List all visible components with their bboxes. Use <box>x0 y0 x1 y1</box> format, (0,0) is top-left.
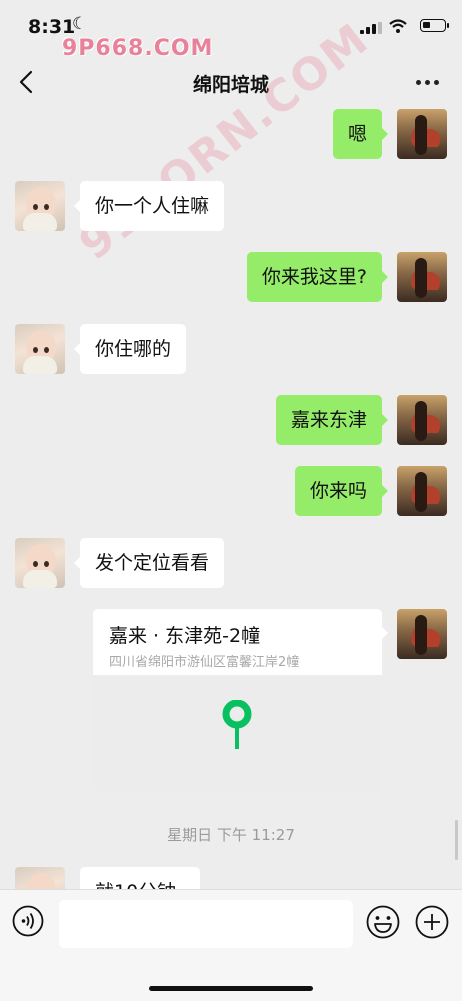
location-address: 四川省绵阳市游仙区富馨江岸2幢 <box>109 655 300 670</box>
home-indicator[interactable] <box>149 986 313 991</box>
contact-avatar[interactable] <box>15 324 65 374</box>
more-options-icon[interactable] <box>416 80 440 86</box>
message-bubble-self[interactable]: 你来我这里? <box>246 252 389 302</box>
message-bubble-other[interactable]: 你住哪的 <box>73 324 187 374</box>
scrollbar[interactable] <box>455 820 458 860</box>
self-avatar[interactable] <box>397 252 447 302</box>
plus-icon[interactable] <box>415 905 449 939</box>
location-card[interactable]: 嘉来 · 东津苑-2幢 四川省绵阳市游仙区富馨江岸2幢 <box>93 609 382 792</box>
message-input[interactable] <box>59 900 353 948</box>
message-bubble-self[interactable]: 嗯 <box>332 109 389 159</box>
voice-input-icon[interactable] <box>12 905 44 937</box>
battery-icon <box>420 19 449 32</box>
wifi-icon <box>389 19 407 33</box>
contact-avatar-partial[interactable] <box>15 867 65 889</box>
map-pin-icon <box>222 700 252 749</box>
message-bubble-self[interactable]: 嘉来东津 <box>275 395 389 445</box>
signal-icon <box>360 22 382 34</box>
self-avatar[interactable] <box>397 466 447 516</box>
message-bubble-partial[interactable]: 就10分钟 <box>80 867 200 889</box>
input-bar <box>0 889 462 1001</box>
message-bubble-other[interactable]: 你一个人住嘛 <box>73 181 225 231</box>
chat-title: 绵阳培城 <box>192 74 269 96</box>
location-name: 嘉来 · 东津苑-2幢 <box>109 625 261 647</box>
status-time: 8:31 <box>28 16 76 38</box>
message-bubble-self[interactable]: 你来吗 <box>294 466 389 516</box>
location-map[interactable] <box>93 675 382 792</box>
moon-icon: ☾ <box>72 14 88 34</box>
partial-message-text: 就10分钟 <box>80 867 200 889</box>
location-card-tail <box>382 627 388 639</box>
contact-avatar[interactable] <box>15 181 65 231</box>
message-bubble-other[interactable]: 发个定位看看 <box>73 538 225 588</box>
contact-avatar[interactable] <box>15 538 65 588</box>
self-avatar[interactable] <box>397 395 447 445</box>
self-avatar[interactable] <box>397 109 447 159</box>
self-avatar[interactable] <box>397 609 447 659</box>
chat-timestamp: 星期日 下午 11:27 <box>167 826 295 844</box>
chat-header: 绵阳培城 <box>0 56 462 108</box>
emoji-icon[interactable] <box>366 905 400 939</box>
